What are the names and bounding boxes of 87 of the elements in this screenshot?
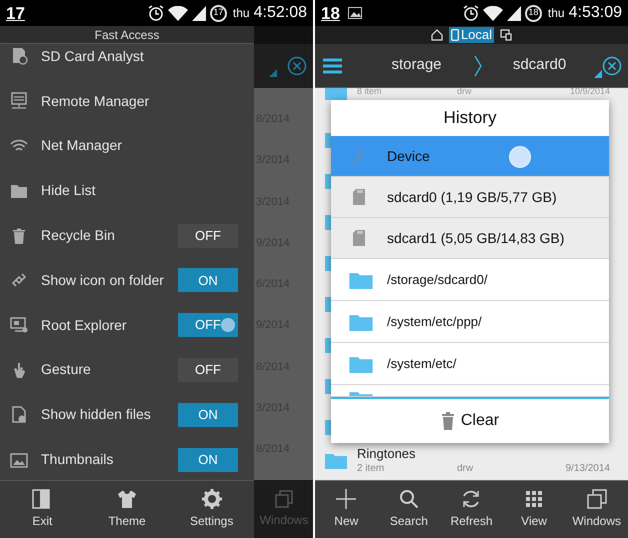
- history-item[interactable]: sdcard0 (1,19 GB/5,77 GB): [331, 177, 609, 218]
- bottom-bar-button[interactable]: Windows: [565, 481, 628, 538]
- drawer-item[interactable]: Net Manager: [41, 135, 122, 156]
- history-item[interactable]: /system/etc/ppp/: [331, 301, 609, 343]
- close-icon: [287, 56, 307, 76]
- file-permissions: drw: [457, 462, 474, 474]
- file-date: 9/13/2014: [566, 462, 610, 474]
- alarm-icon: [148, 5, 164, 21]
- shirt-icon: [117, 489, 137, 509]
- toggle-switch[interactable]: ON: [178, 448, 238, 472]
- setting-label: Root Explorer: [41, 316, 127, 335]
- search-icon: [398, 489, 419, 509]
- wifi-icon: [168, 6, 188, 20]
- dialog-title: History: [442, 107, 498, 130]
- history-item[interactable]: /system/etc/: [331, 343, 609, 385]
- wifi-icon: [482, 6, 503, 20]
- bottom-bar-button[interactable]: New: [315, 481, 378, 538]
- file-info: 2 item: [357, 462, 386, 474]
- day-label: thu: [548, 5, 565, 22]
- drawer-item[interactable]: Remote Manager: [41, 90, 150, 112]
- plus-icon: [336, 489, 356, 509]
- setting-label: Show icon on folder: [41, 270, 164, 290]
- drawer-title: Fast Access: [0, 26, 254, 44]
- bottom-bar-button[interactable]: Refresh: [440, 481, 503, 538]
- history-item[interactable]: /storage/sdcard0/: [331, 259, 609, 301]
- monitor-icon: [10, 92, 28, 110]
- toggle-switch[interactable]: OFF: [178, 224, 238, 248]
- touch-point: [509, 146, 531, 168]
- clock: 4:52:08: [254, 3, 307, 23]
- path-segment[interactable]: storage: [364, 54, 469, 77]
- sd-card-icon: [353, 189, 365, 205]
- bottom-bar-button[interactable]: View: [502, 481, 566, 538]
- devices-icon: [500, 29, 512, 41]
- drawer-item[interactable]: SD Card Analyst: [41, 46, 144, 67]
- home-icon: [430, 29, 443, 41]
- location-tab[interactable]: [428, 27, 445, 43]
- setting-label: Thumbnails: [41, 450, 114, 470]
- notification-count: 18: [321, 4, 340, 22]
- setting-label: Gesture: [41, 360, 91, 380]
- history-item[interactable]: sdcard1 (5,05 GB/14,83 GB): [331, 218, 609, 259]
- grid-icon: [524, 489, 544, 509]
- signal-icon: [192, 6, 206, 20]
- location-tab[interactable]: [498, 27, 514, 43]
- menu-icon[interactable]: [323, 58, 342, 74]
- trash-icon: [440, 412, 455, 430]
- settings-icon: [202, 489, 222, 509]
- close-icon[interactable]: [602, 56, 622, 76]
- image-icon: [10, 450, 28, 469]
- location-tab[interactable]: Local: [448, 27, 494, 43]
- sd-card-icon: [10, 47, 28, 66]
- bottom-bar-button[interactable]: Exit: [0, 481, 85, 538]
- toggle-switch[interactable]: OFF: [178, 358, 238, 382]
- signal-icon: [506, 6, 521, 20]
- dropdown-triangle-icon: [594, 70, 602, 78]
- bottom-bar-button[interactable]: Settings: [169, 481, 254, 538]
- setting-label: Recycle Bin: [41, 226, 115, 246]
- setting-label: Show hidden files: [41, 405, 151, 424]
- monitor-icon: [10, 316, 28, 334]
- notification-count: 17: [6, 4, 25, 22]
- phone-icon: [450, 29, 459, 41]
- file-name: Ringtones: [357, 446, 417, 460]
- windows-icon: [275, 490, 293, 508]
- exit-icon: [32, 489, 52, 509]
- sd-card-icon: [353, 230, 365, 246]
- document-icon: [10, 406, 28, 424]
- chevron-icon: [474, 54, 482, 76]
- toggle-switch[interactable]: ON: [178, 402, 238, 427]
- alarm-icon: [462, 5, 479, 21]
- image-icon: [348, 7, 362, 19]
- toggle-switch[interactable]: ON: [178, 268, 238, 292]
- bottom-bar-button[interactable]: Search: [378, 481, 440, 538]
- refresh-icon: [461, 489, 482, 509]
- day-label: thu: [232, 5, 250, 22]
- bottom-bar-button[interactable]: Theme: [84, 481, 170, 538]
- windows-icon: [586, 489, 607, 509]
- path-segment[interactable]: sdcard0: [487, 54, 592, 77]
- clear-button[interactable]: Clear: [331, 399, 609, 443]
- link-icon: [10, 271, 28, 290]
- battery-badge: 18: [524, 4, 542, 22]
- toggle-switch[interactable]: OFF: [178, 313, 238, 338]
- drawer-item[interactable]: Hide List: [41, 180, 96, 202]
- history-item[interactable]: Device: [331, 136, 609, 177]
- slash-icon: [353, 148, 365, 164]
- dropdown-triangle-icon: [269, 69, 277, 77]
- battery-badge: 17: [210, 4, 227, 22]
- trash-icon: [10, 226, 28, 245]
- clock: 4:53:09: [568, 3, 622, 23]
